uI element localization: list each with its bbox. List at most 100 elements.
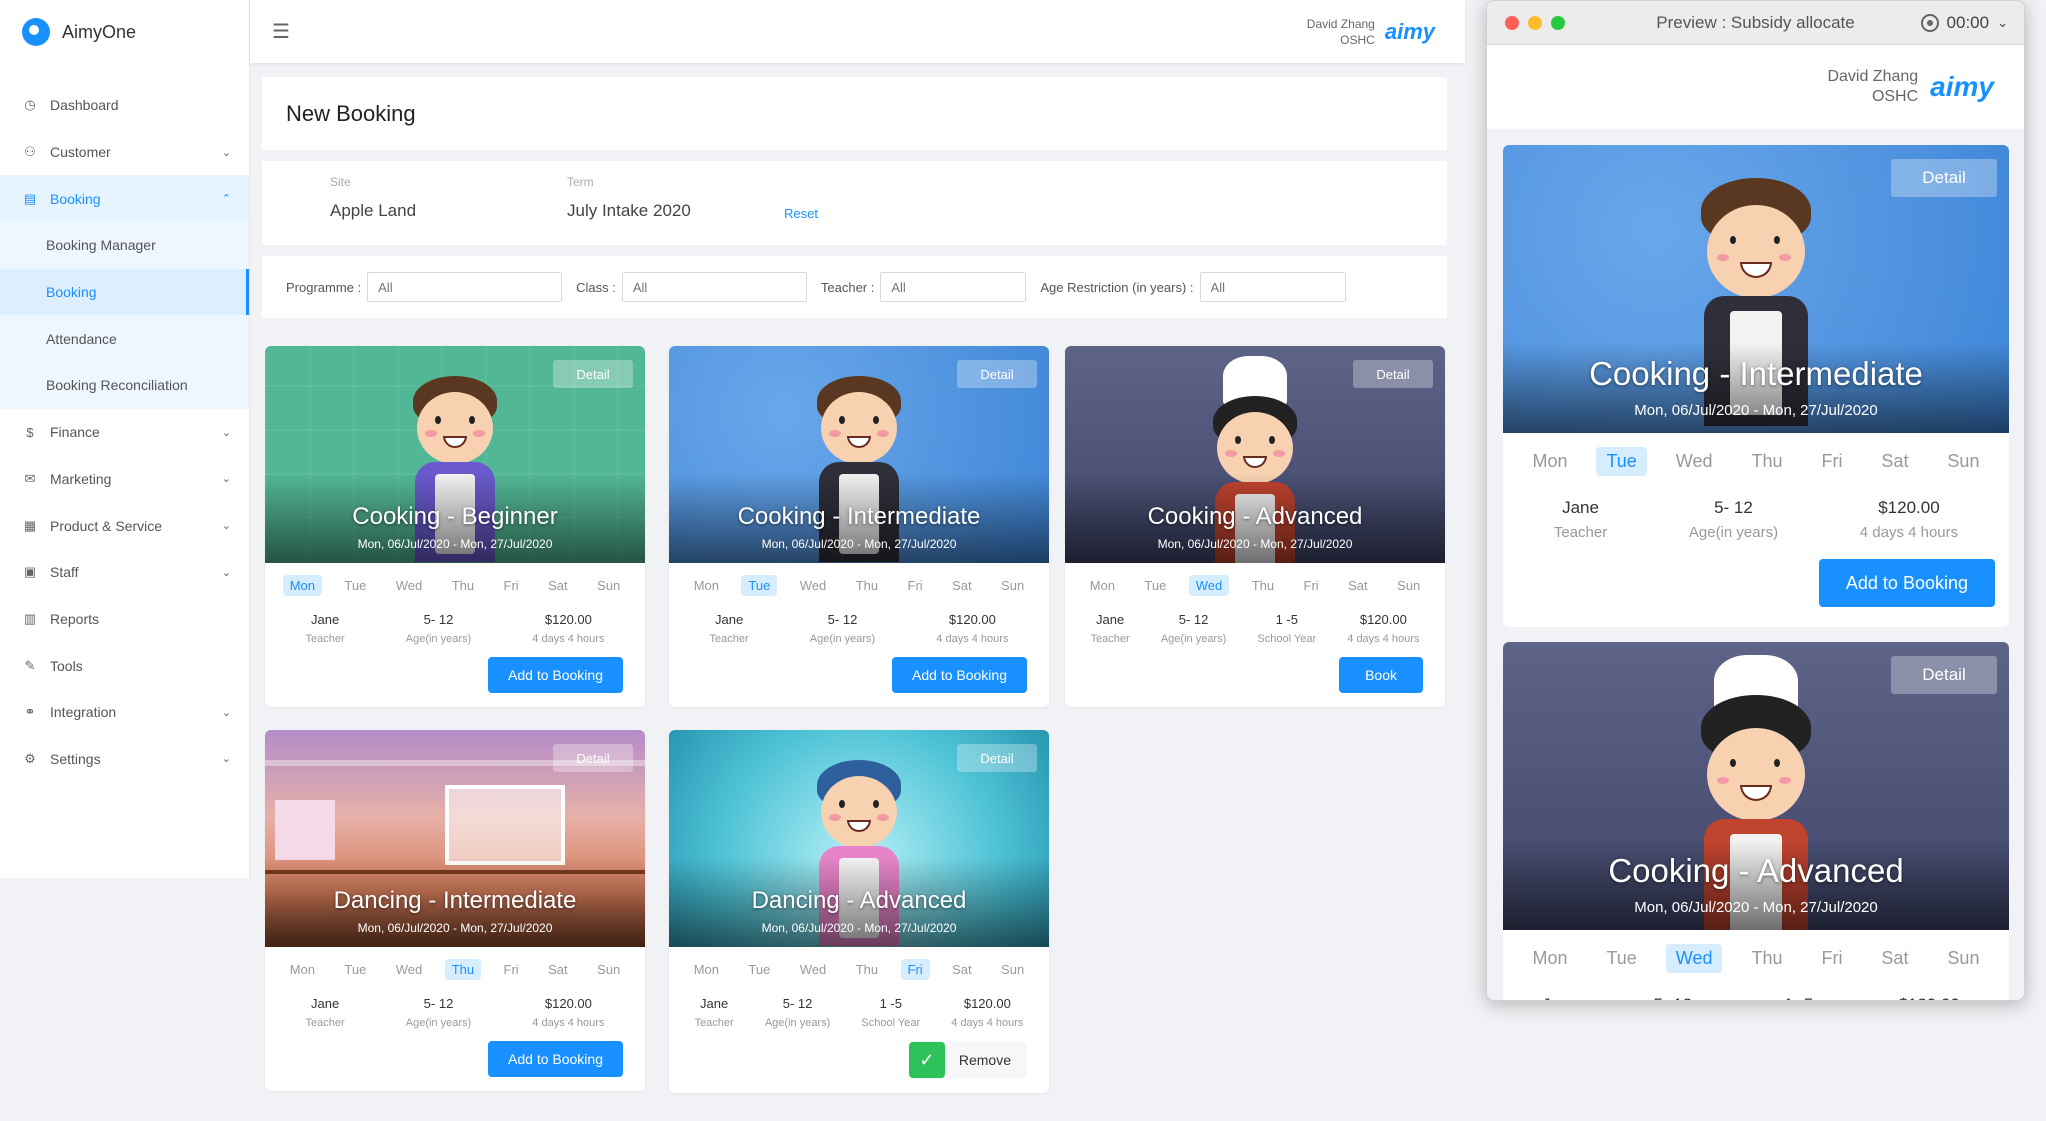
course-title: Cooking - Advanced bbox=[1147, 503, 1363, 530]
teacher-info: JaneTeacher bbox=[305, 996, 345, 1029]
sidebar-item-product-service[interactable]: ▦ Product & Service ⌄ bbox=[0, 502, 249, 549]
sidebar-item-marketing[interactable]: ✉ Marketing ⌄ bbox=[0, 456, 249, 503]
day-sun: Sun bbox=[1001, 578, 1025, 593]
add-to-booking-button[interactable]: Add to Booking bbox=[488, 1041, 623, 1077]
course-title: Cooking - Advanced bbox=[1608, 852, 1904, 889]
day-sat: Sat bbox=[1348, 578, 1368, 593]
day-sat: Sat bbox=[952, 962, 972, 977]
detail-button[interactable]: Detail bbox=[553, 360, 633, 388]
teacher-info: JaneTeacher bbox=[1553, 498, 1608, 541]
age-info: 5- 12Age(in years) bbox=[405, 996, 472, 1029]
sidebar-item-settings[interactable]: ⚙ Settings ⌄ bbox=[0, 736, 249, 783]
age-info: 5- 12Age(in years) bbox=[764, 996, 831, 1029]
day-fri: Fri bbox=[503, 962, 519, 977]
price-info: $120.004 days 4 hours bbox=[951, 996, 1024, 1029]
class-input[interactable] bbox=[621, 272, 807, 302]
sidebar-item-integration[interactable]: ⚭ Integration ⌄ bbox=[0, 689, 249, 736]
day-mon: Mon bbox=[1532, 451, 1568, 471]
day-wed: Wed bbox=[799, 962, 827, 977]
age-info: 5- 12Age(in years) bbox=[405, 612, 472, 645]
page-title: New Booking bbox=[286, 100, 416, 126]
sidebar-item-dashboard[interactable]: ◷ Dashboard bbox=[0, 82, 249, 129]
sidebar-subitem-booking-manager[interactable]: Booking Manager bbox=[0, 222, 249, 269]
preview-title-bar: Preview : Subsidy allocate 00:00 ⌄ bbox=[1487, 1, 2024, 45]
price-info: $120.004 days 4 hours bbox=[1880, 995, 1978, 1000]
chevron-down-icon: ⌄ bbox=[221, 473, 231, 486]
weekday-row: Mon Tue Wed Thu Fri Sat Sun bbox=[265, 563, 645, 596]
day-tue: Tue bbox=[1596, 447, 1647, 476]
age-restriction-input[interactable] bbox=[1199, 272, 1346, 302]
day-tue: Tue bbox=[748, 962, 771, 977]
course-info: JaneTeacher 5- 12Age(in years) 1 -5School … bbox=[669, 980, 1049, 1029]
site-field[interactable]: Site Apple Land bbox=[330, 175, 416, 221]
detail-button[interactable]: Detail bbox=[1353, 360, 1433, 388]
sidebar-item-staff[interactable]: ▣ Staff ⌄ bbox=[0, 549, 249, 596]
detail-button[interactable]: Detail bbox=[553, 744, 633, 772]
day-sun: Sun bbox=[1001, 962, 1025, 977]
programme-input[interactable] bbox=[367, 272, 563, 302]
course-card: Detail Dancing - Intermediate Mon, 06/Jul/… bbox=[265, 730, 645, 1091]
booking-icon: ▤ bbox=[23, 190, 37, 206]
programme-label: Programme : bbox=[286, 279, 362, 295]
staff-icon: ▣ bbox=[23, 564, 37, 580]
user-name: David Zhang bbox=[1306, 16, 1375, 31]
add-to-booking-button[interactable]: Add to Booking bbox=[1818, 559, 1995, 607]
sidebar-item-label: Reports bbox=[50, 610, 100, 627]
sidebar-subitem-attendance[interactable]: Attendance bbox=[0, 315, 249, 363]
chevron-down-icon: ⌄ bbox=[221, 566, 231, 579]
day-sat: Sat bbox=[1881, 948, 1909, 968]
term-field[interactable]: Term July Intake 2020 bbox=[567, 175, 691, 221]
user-block[interactable]: David Zhang OSHC aimy bbox=[1307, 16, 1435, 48]
marketing-icon: ✉ bbox=[24, 470, 36, 486]
site-term-card: Site Apple Land Term July Intake 2020 Re… bbox=[262, 161, 1447, 245]
detail-button[interactable]: Detail bbox=[1891, 656, 1997, 694]
sidebar-item-customer[interactable]: ⚇ Customer ⌄ bbox=[0, 129, 249, 176]
logo[interactable]: AimyOne bbox=[0, 0, 249, 64]
teacher-input[interactable] bbox=[880, 272, 1027, 302]
day-sat: Sat bbox=[952, 578, 972, 593]
course-hero-image: Detail Cooking - Beginner Mon, 06/Jul/2020… bbox=[265, 346, 645, 563]
course-hero-image: Detail Cooking - Intermediate Mon, 06/Jul/… bbox=[1503, 145, 2009, 433]
sidebar-item-tools[interactable]: ✎ Tools bbox=[0, 642, 249, 689]
sidebar-item-finance[interactable]: $ Finance ⌄ bbox=[0, 409, 249, 456]
course-dates: Mon, 06/Jul/2020 - Mon, 27/Jul/2020 bbox=[761, 921, 957, 935]
school-year-info: 1 -5School Year bbox=[1257, 612, 1317, 645]
menu-fold-icon[interactable]: ☰ bbox=[272, 19, 290, 44]
customer-icon: ⚇ bbox=[24, 144, 36, 160]
detail-button[interactable]: Detail bbox=[957, 360, 1037, 388]
course-dates: Mon, 06/Jul/2020 - Mon, 27/Jul/2020 bbox=[1157, 537, 1353, 551]
site-label: Site bbox=[330, 175, 351, 189]
detail-button[interactable]: Detail bbox=[1891, 159, 1997, 197]
sidebar-item-label: Staff bbox=[50, 564, 79, 581]
finance-icon: $ bbox=[26, 424, 34, 440]
reset-link[interactable]: Reset bbox=[784, 206, 818, 221]
course-title: Cooking - Intermediate bbox=[737, 503, 981, 530]
app-name: AimyOne bbox=[62, 21, 137, 42]
detail-button[interactable]: Detail bbox=[957, 744, 1037, 772]
sidebar-item-reports[interactable]: ▥ Reports bbox=[0, 596, 249, 643]
settings-icon: ⚙ bbox=[24, 750, 36, 766]
sidebar-item-label: Booking bbox=[50, 190, 101, 207]
course-title: Dancing - Intermediate bbox=[333, 887, 577, 914]
age-info: 5- 12Age(in years) bbox=[1628, 995, 1717, 1000]
site-value: Apple Land bbox=[330, 201, 417, 220]
weekday-row: Mon Tue Wed Thu Fri Sat Sun bbox=[669, 563, 1049, 596]
sidebar-item-label: Tools bbox=[50, 657, 83, 674]
preview-user-role: OSHC bbox=[1871, 88, 1919, 105]
preview-window: Preview : Subsidy allocate 00:00 ⌄ David… bbox=[1486, 0, 2025, 1001]
sidebar-subitem-booking[interactable]: Booking bbox=[0, 268, 249, 316]
chevron-down-icon: ⌄ bbox=[221, 753, 231, 766]
sidebar-item-booking[interactable]: ▤ Booking ⌃ bbox=[0, 175, 249, 223]
user-role: OSHC bbox=[1340, 32, 1375, 47]
remove-label: Remove bbox=[958, 1052, 1011, 1068]
preview-timer[interactable]: 00:00 ⌄ bbox=[1920, 13, 2008, 33]
remove-booking-control[interactable]: ✓ Remove bbox=[908, 1041, 1027, 1079]
school-year-info: 1 -5School Year bbox=[861, 996, 921, 1029]
add-to-booking-button[interactable]: Add to Booking bbox=[488, 657, 623, 693]
add-to-booking-button[interactable]: Add to Booking bbox=[892, 657, 1027, 693]
day-sun: Sun bbox=[597, 578, 621, 593]
sidebar-subitem-booking-reconciliation[interactable]: Booking Reconciliation bbox=[0, 362, 249, 409]
book-button[interactable]: Book bbox=[1339, 657, 1423, 693]
sidebar-item-label: Dashboard bbox=[50, 97, 119, 114]
chevron-down-icon: ⌄ bbox=[221, 146, 231, 159]
